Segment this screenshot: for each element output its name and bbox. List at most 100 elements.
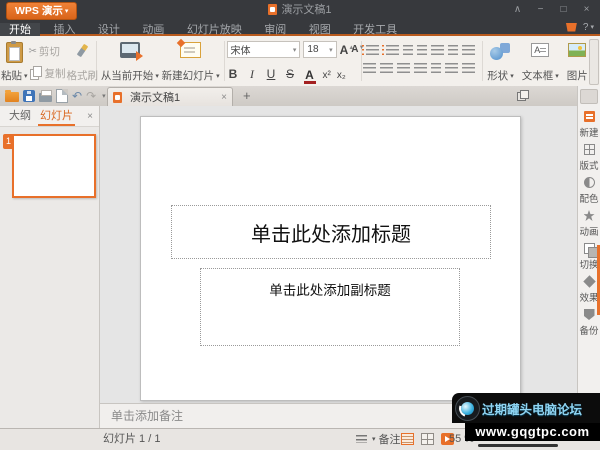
print-icon[interactable]	[39, 90, 52, 102]
sidebar-item-animation[interactable]: 动画	[578, 209, 600, 242]
justify-icon[interactable]	[414, 62, 428, 73]
copy-icon	[29, 66, 42, 81]
align-center-icon[interactable]	[380, 62, 394, 73]
text-direction-icon[interactable]	[462, 44, 476, 55]
increase-font-button[interactable]: A ▲	[340, 43, 355, 57]
bold-button[interactable]: B	[227, 67, 240, 81]
redo-icon[interactable]: ↷	[86, 87, 96, 105]
projector-play-icon	[119, 42, 143, 61]
increase-indent-icon[interactable]	[417, 44, 428, 55]
zoom-slider[interactable]	[478, 444, 558, 447]
outline-tab[interactable]: 大纲	[9, 107, 31, 126]
new-document-icon[interactable]	[56, 89, 68, 103]
qat-more-icon[interactable]: ▾	[102, 92, 106, 100]
tab-view[interactable]: 视图	[300, 23, 340, 37]
title-placeholder[interactable]: 单击此处添加标题	[171, 205, 491, 259]
open-file-icon[interactable]	[5, 90, 19, 102]
insert-group: 形状 ▾ A 文本框 ▾ 图片	[485, 36, 600, 86]
window-controls: ∧ − □ ×	[506, 0, 598, 20]
save-icon[interactable]	[23, 90, 35, 102]
scissors-icon: ✂	[28, 46, 37, 58]
store-icon[interactable]	[565, 22, 577, 32]
window-title: 演示文稿1	[180, 0, 420, 20]
help-button[interactable]: ? ▾	[583, 22, 594, 33]
notes-toggle[interactable]: ▾ 备注	[356, 429, 401, 449]
sidebar-header[interactable]	[580, 89, 598, 104]
underline-button[interactable]: U	[265, 67, 278, 81]
tab-devtools[interactable]: 开发工具	[344, 23, 406, 37]
numbering-icon[interactable]	[382, 44, 400, 55]
group-separator	[223, 41, 225, 81]
slide-number-tag: 1	[3, 134, 14, 149]
ribbon-overflow-scrollbar[interactable]	[589, 39, 599, 85]
maximize-button[interactable]: □	[552, 0, 575, 20]
columns-icon[interactable]	[448, 44, 459, 55]
subtitle-placeholder[interactable]: 单击此处添加副标题	[200, 268, 460, 346]
close-button[interactable]: ×	[575, 0, 598, 20]
tab-home[interactable]: 开始	[0, 23, 40, 37]
strikethrough-button[interactable]: S	[284, 67, 297, 81]
italic-button[interactable]: I	[246, 67, 259, 81]
sidebar-item-colors[interactable]: 配色	[578, 176, 600, 209]
normal-view-button[interactable]	[401, 433, 414, 445]
font-name-select[interactable]: 宋体 ▾	[226, 41, 301, 58]
tab-review[interactable]: 审阅	[255, 23, 295, 37]
wps-menu-button[interactable]: WPS 演示 ▾	[6, 2, 78, 20]
document-tab-bar: ↶ ↷ ▾ 演示文稿1 × +	[0, 86, 577, 107]
undo-icon[interactable]: ↶	[72, 87, 82, 105]
tab-slideshow[interactable]: 幻灯片放映	[178, 23, 251, 37]
font-color-button[interactable]: A	[303, 69, 317, 84]
textbox-button[interactable]: A 文本框 ▾	[520, 39, 561, 86]
align-right-icon[interactable]	[397, 62, 411, 73]
new-tab-button[interactable]: +	[243, 86, 251, 106]
slide[interactable]: 单击此处添加标题 单击此处添加副标题	[140, 116, 521, 401]
animation-star-icon	[583, 210, 595, 221]
color-scheme-icon	[583, 177, 595, 188]
minimize-button[interactable]: −	[529, 0, 552, 20]
slide-sorter-view-button[interactable]	[421, 433, 434, 445]
quick-access-toolbar: ↶ ↷ ▾	[0, 86, 106, 106]
tab-design[interactable]: 设计	[89, 23, 129, 37]
decrease-indent-icon[interactable]	[403, 44, 414, 55]
caret-down-icon: ▾	[555, 73, 559, 80]
format-painter-button[interactable]: 格式刷	[66, 39, 100, 86]
line-spacing-icon[interactable]	[431, 44, 445, 55]
align-left-icon[interactable]	[363, 62, 377, 73]
bullets-icon[interactable]	[362, 44, 380, 55]
panel-tabs: 大纲 幻灯片 ×	[0, 106, 99, 127]
paste-button[interactable]: 粘贴 ▾	[0, 39, 29, 86]
close-tab-icon[interactable]: ×	[221, 92, 227, 103]
switch-windows-icon[interactable]	[517, 90, 529, 101]
shapes-button[interactable]: 形状 ▾	[485, 39, 516, 86]
slide-thumbnail[interactable]	[12, 134, 96, 198]
tab-insert[interactable]: 插入	[44, 23, 84, 37]
play-from-current-button[interactable]: 从当前开始 ▾	[100, 39, 160, 86]
slides-tab[interactable]: 幻灯片	[38, 107, 75, 126]
caret-down-icon: ▾	[590, 23, 594, 31]
grow-paragraph-icon[interactable]	[462, 62, 476, 73]
font-size-select[interactable]: 18 ▾	[303, 41, 337, 58]
shrink-paragraph-icon[interactable]	[445, 62, 459, 73]
caret-down-icon: ▾	[64, 8, 69, 15]
document-tab-active[interactable]: 演示文稿1 ×	[107, 87, 233, 106]
caret-down-icon: ▾	[329, 46, 333, 54]
rollup-button[interactable]: ∧	[506, 0, 529, 20]
tab-animation[interactable]: 动画	[133, 23, 173, 37]
copy-button[interactable]: 复制	[29, 65, 66, 81]
sidebar-item-layout[interactable]: 版式	[578, 143, 600, 176]
document-tab-label: 演示文稿1	[130, 92, 181, 104]
decrease-font-button[interactable]: A▼	[351, 43, 364, 57]
effects-icon	[582, 275, 596, 288]
subscript-button[interactable]: x₂	[337, 70, 346, 81]
new-slide-button[interactable]: 新建幻灯片 ▾	[161, 39, 221, 86]
watermark-banner: 过期罐头电脑论坛	[452, 393, 600, 423]
close-panel-icon[interactable]: ×	[87, 111, 93, 122]
cut-button[interactable]: ✂ 剪切	[29, 44, 66, 60]
picture-button[interactable]: 图片	[565, 39, 590, 86]
superscript-button[interactable]: x²	[323, 70, 331, 81]
watermark-url: www.gqgtpc.com	[465, 423, 600, 441]
distribute-text-icon[interactable]	[431, 62, 442, 73]
slideshow-group: 从当前开始 ▾ 新建幻灯片 ▾	[99, 36, 222, 86]
new-doc-icon	[583, 111, 595, 122]
sidebar-item-new[interactable]: 新建	[578, 110, 600, 143]
